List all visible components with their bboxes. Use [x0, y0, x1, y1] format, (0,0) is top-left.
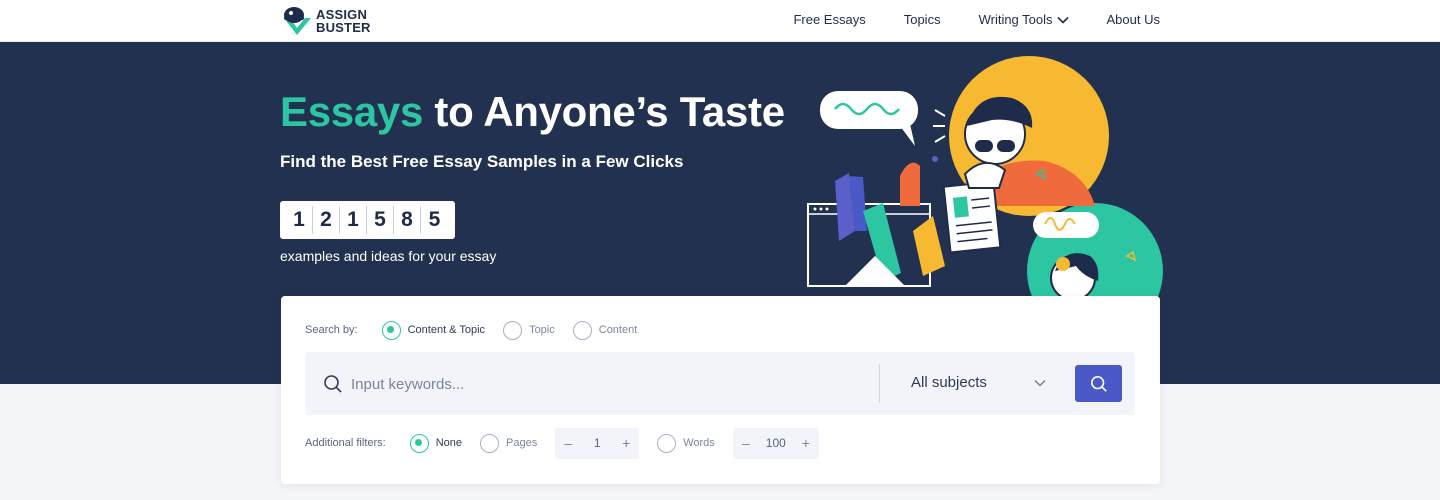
subjects-dropdown-value: All subjects: [911, 374, 987, 391]
logo[interactable]: ASSIGN BUSTER: [281, 4, 371, 38]
hero-caption: examples and ideas for your essay: [280, 248, 497, 264]
counter-digit: 8: [394, 206, 421, 234]
nav-writing-tools-label: Writing Tools: [978, 12, 1053, 27]
nav-about-us[interactable]: About Us: [1107, 12, 1160, 27]
subjects-dropdown[interactable]: All subjects: [911, 374, 1046, 391]
radio-circle: [381, 320, 401, 340]
search-divider: [879, 364, 880, 403]
words-value[interactable]: 100: [759, 436, 793, 450]
hero-title: Essays to Anyone’s Taste: [280, 88, 785, 136]
pages-stepper: – 1 +: [555, 427, 640, 459]
nav-topics[interactable]: Topics: [904, 12, 941, 27]
pages-value[interactable]: 1: [581, 436, 613, 450]
counter-digit: 5: [428, 208, 441, 231]
counter-digit: 1: [286, 206, 313, 234]
pages-increment-button[interactable]: +: [613, 435, 639, 451]
radio-filter-none[interactable]: None: [409, 433, 463, 453]
counter-digit: 2: [313, 206, 340, 234]
additional-filters-label: Additional filters:: [305, 437, 386, 449]
hero-title-accent: Essays: [280, 88, 424, 135]
radio-label: Words: [683, 437, 715, 449]
logo-icon: [284, 7, 311, 35]
search-button[interactable]: [1075, 365, 1122, 402]
radio-topic[interactable]: Topic: [503, 320, 555, 340]
hero-title-rest: to Anyone’s Taste: [423, 88, 785, 135]
radio-label: Content: [598, 324, 638, 336]
search-icon: [324, 375, 342, 393]
logo-text-line2: BUSTER: [316, 20, 371, 35]
search-by-row: Search by: Content & Topic Topic Content: [305, 320, 655, 340]
top-navigation-bar: ASSIGN BUSTER Free Essays Topics Writing…: [0, 0, 1440, 42]
radio-filter-pages[interactable]: Pages: [480, 433, 538, 453]
radio-label: Pages: [506, 437, 538, 449]
words-increment-button[interactable]: +: [793, 435, 819, 451]
search-by-label: Search by:: [305, 324, 358, 336]
search-card: Search by: Content & Topic Topic Content…: [281, 296, 1160, 484]
hero-subtitle: Find the Best Free Essay Samples in a Fe…: [280, 152, 684, 171]
words-stepper: – 100 +: [732, 427, 819, 459]
nav-free-essays[interactable]: Free Essays: [793, 12, 865, 27]
radio-circle: [503, 320, 523, 340]
radio-content-and-topic[interactable]: Content & Topic: [381, 320, 486, 340]
radio-circle: [572, 320, 592, 340]
main-nav: Free Essays Topics Writing Tools About U…: [793, 12, 1160, 27]
chevron-down-icon: [1056, 16, 1069, 24]
radio-circle: [409, 433, 429, 453]
radio-filter-words[interactable]: Words: [657, 433, 715, 453]
radio-label: Topic: [529, 324, 555, 336]
nav-writing-tools[interactable]: Writing Tools: [979, 12, 1069, 27]
radio-circle: [657, 433, 677, 453]
pages-decrement-button[interactable]: –: [555, 435, 581, 451]
radio-content[interactable]: Content: [572, 320, 638, 340]
radio-circle: [480, 433, 500, 453]
radio-label: None: [435, 437, 463, 449]
search-box: All subjects: [305, 352, 1135, 415]
search-input[interactable]: [351, 372, 871, 396]
counter-digit: 5: [367, 206, 394, 234]
chevron-down-icon: [1034, 379, 1046, 387]
radio-label: Content & Topic: [407, 324, 486, 336]
essay-counter: 1 2 1 5 8 5: [280, 201, 455, 239]
words-decrement-button[interactable]: –: [733, 435, 759, 451]
search-icon: [1090, 375, 1107, 392]
additional-filters-row: Additional filters: None Pages – 1 + Wor…: [305, 427, 837, 459]
counter-digit: 1: [340, 206, 367, 234]
